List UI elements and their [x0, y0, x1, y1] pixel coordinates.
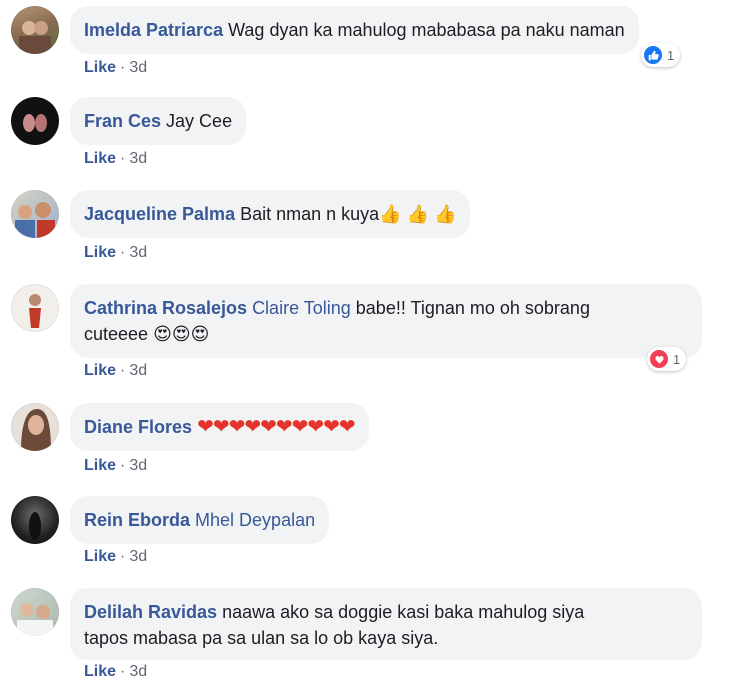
timestamp[interactable]: 3d [129, 150, 147, 167]
like-link[interactable]: Like [84, 663, 116, 680]
reaction-number: 1 [667, 47, 675, 63]
comment-author[interactable]: Fran Ces [84, 111, 161, 131]
comment-meta: Like · 3d [84, 149, 147, 169]
comment-text: babe!! Tignan mo oh sobrang [350, 298, 590, 318]
like-icon [644, 46, 662, 64]
comment-author[interactable]: Delilah Ravidas [84, 602, 217, 622]
separator: · [120, 663, 126, 680]
comment-text: naawa ako sa doggie kasi baka mahulog si… [222, 602, 585, 622]
like-link[interactable]: Like [84, 59, 116, 76]
timestamp[interactable]: 3d [129, 244, 147, 261]
reaction-number: 1 [673, 351, 681, 367]
separator: · [120, 548, 126, 565]
like-link[interactable]: Like [84, 150, 116, 167]
separator: · [120, 362, 126, 379]
mention-link[interactable]: Mhel Deypalan [195, 510, 315, 530]
separator: · [120, 59, 126, 76]
comment-author[interactable]: Jacqueline Palma [84, 204, 235, 224]
comment-bubble: Rein Eborda Mhel Deypalan [70, 496, 330, 544]
avatar[interactable] [11, 284, 59, 332]
timestamp[interactable]: 3d [129, 457, 147, 474]
avatar[interactable] [11, 97, 59, 145]
comment-author[interactable]: Cathrina Rosalejos [84, 298, 247, 318]
comment-meta: Like · 3d [84, 361, 147, 381]
comment-meta: Like · 3d [84, 547, 147, 567]
hearts-emoji: ❤❤❤❤❤❤❤❤❤❤ [197, 416, 356, 438]
heart-eyes-emoji: 😍😍😍 [153, 324, 210, 344]
comment-meta: Like · 3d [84, 58, 147, 78]
reaction-count[interactable]: 1 [641, 43, 681, 67]
avatar[interactable] [11, 496, 59, 544]
comment-author[interactable]: Imelda Patriarca [84, 20, 223, 40]
comment-text-line2: tapos mabasa pa sa ulan sa lo ob kaya si… [84, 628, 439, 648]
like-link[interactable]: Like [84, 457, 116, 474]
comment-bubble: Delilah Ravidas naawa ako sa doggie kasi… [70, 588, 702, 660]
mention-link[interactable]: Claire Toling [252, 298, 351, 318]
comment-meta: Like · 3d [84, 662, 147, 682]
avatar[interactable] [11, 190, 59, 238]
separator: · [120, 244, 126, 261]
timestamp[interactable]: 3d [129, 663, 147, 680]
comment-text: Bait nman n kuya [240, 204, 380, 224]
separator: · [120, 457, 126, 474]
avatar[interactable] [11, 403, 59, 451]
comment-text: Jay Cee [166, 111, 233, 131]
comment-author[interactable]: Diane Flores [84, 417, 192, 437]
comment-bubble: Fran Ces Jay Cee [70, 97, 247, 145]
separator: · [120, 150, 126, 167]
comment-meta: Like · 3d [84, 243, 147, 263]
comment-bubble: Imelda Patriarca Wag dyan ka mahulog mab… [70, 6, 639, 54]
comment-text-line2: cuteeee [84, 324, 149, 344]
comment-author[interactable]: Rein Eborda [84, 510, 190, 530]
timestamp[interactable]: 3d [129, 548, 147, 565]
like-link[interactable]: Like [84, 362, 116, 379]
reaction-count[interactable]: 1 [647, 347, 687, 371]
timestamp[interactable]: 3d [129, 362, 147, 379]
comment-bubble: Diane Flores ❤❤❤❤❤❤❤❤❤❤ [70, 403, 369, 451]
avatar[interactable] [11, 588, 59, 636]
comment-bubble: Cathrina Rosalejos Claire Toling babe!! … [70, 284, 702, 358]
like-link[interactable]: Like [84, 244, 116, 261]
like-link[interactable]: Like [84, 548, 116, 565]
love-icon [650, 350, 668, 368]
comment-bubble: Jacqueline Palma Bait nman n kuya👍 👍 👍 [70, 190, 471, 238]
comment-text: Wag dyan ka mahulog mababasa pa naku nam… [228, 20, 625, 40]
timestamp[interactable]: 3d [129, 59, 147, 76]
thumbs-up-emoji: 👍 👍 👍 [379, 204, 457, 224]
avatar[interactable] [11, 6, 59, 54]
comment-meta: Like · 3d [84, 456, 147, 476]
